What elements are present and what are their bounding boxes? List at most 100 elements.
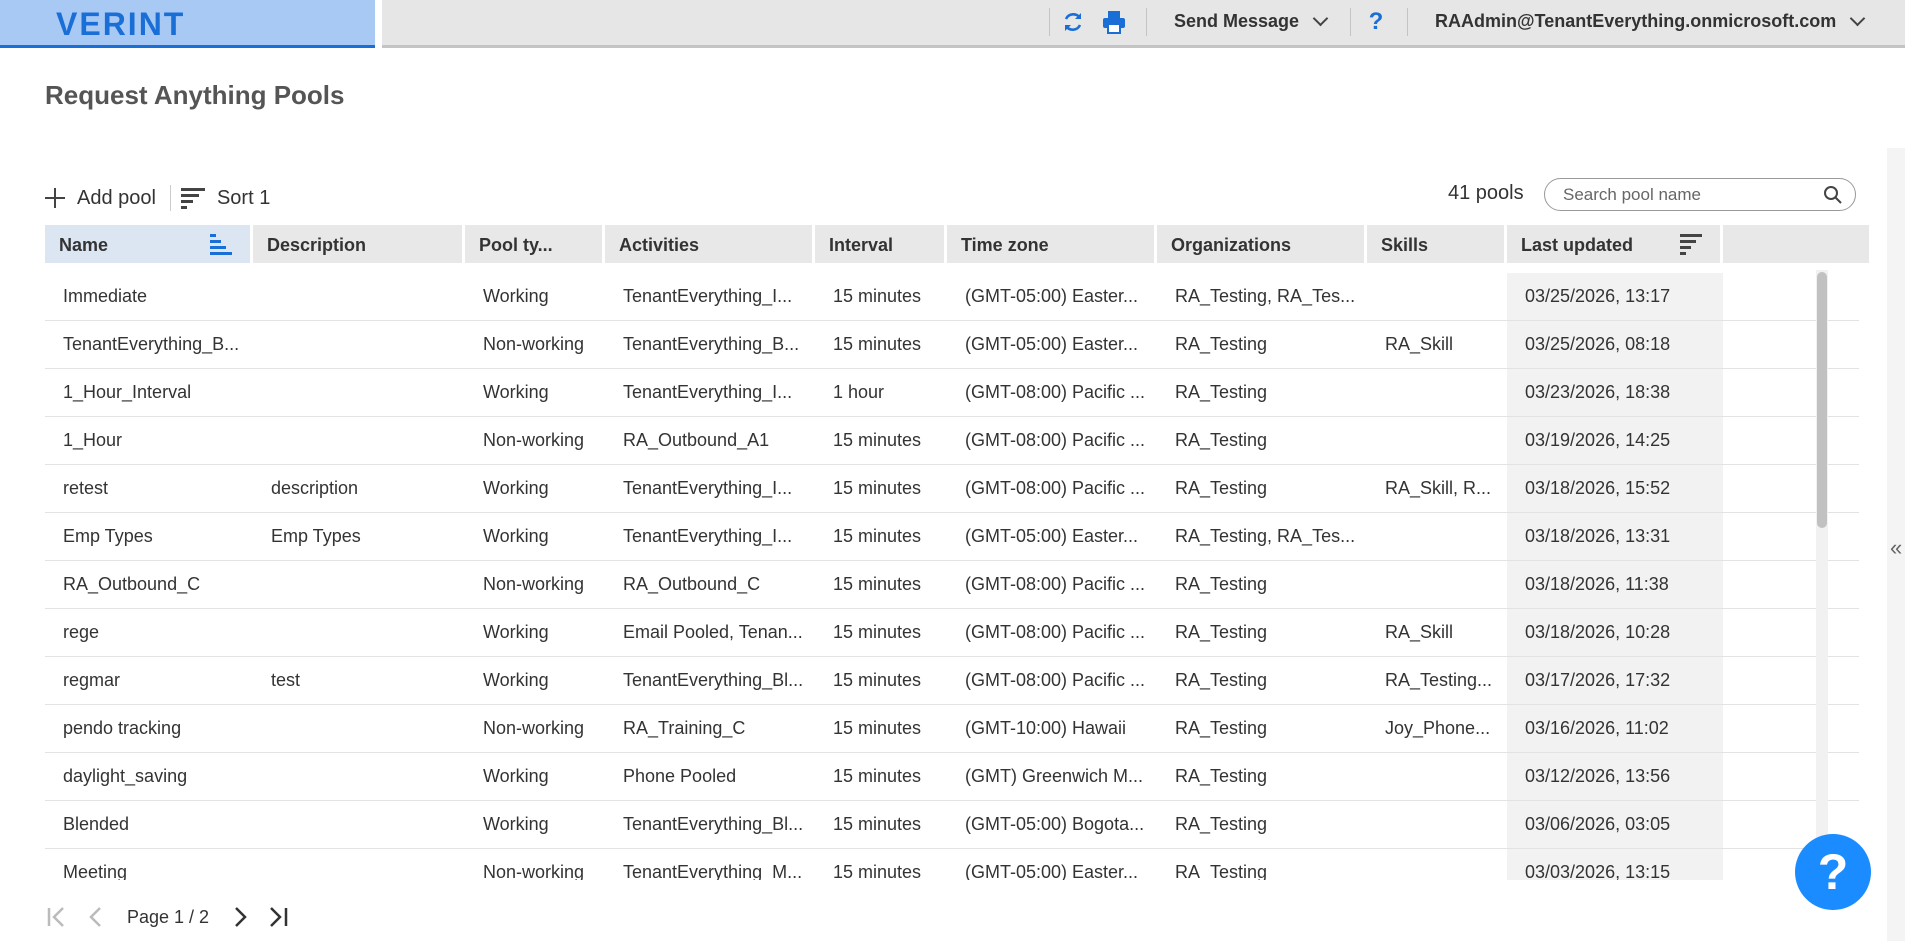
column-header-last-updated[interactable]: Last updated (1507, 225, 1723, 263)
divider (1049, 8, 1050, 36)
floating-help-button[interactable]: ? (1795, 834, 1871, 910)
cell-skills (1367, 561, 1507, 608)
cell-last-updated: 03/12/2026, 13:56 (1507, 753, 1723, 800)
cell-pool-type: Working (483, 670, 549, 690)
cell-skills (1367, 417, 1507, 464)
next-page-icon[interactable] (229, 905, 253, 929)
cell-skills (1367, 801, 1507, 848)
user-menu[interactable]: RAAdmin@TenantEverything.onmicrosoft.com (1435, 10, 1866, 32)
cell-name: Blended (63, 814, 130, 834)
cell-interval: 15 minutes (833, 670, 922, 690)
column-header-description[interactable]: Description (253, 225, 465, 263)
help-icon[interactable]: ? (1362, 8, 1390, 36)
pools-table: Name Description Pool ty... Activities I… (45, 225, 1872, 880)
cell-last-updated: 03/18/2026, 11:38 (1507, 561, 1723, 608)
print-icon[interactable] (1100, 8, 1128, 36)
add-pool-label: Add pool (77, 186, 156, 209)
search-icon[interactable] (1823, 185, 1843, 205)
table-row[interactable]: 1_Hour_Interval Working TenantEverything_I… (45, 369, 1859, 417)
table-row[interactable]: RA_Outbound_C Non-working RA_Outbound_C 15 … (45, 561, 1859, 609)
cell-description: test (271, 670, 301, 690)
cell-time-zone: (GMT-05:00) Easter... (965, 286, 1139, 306)
previous-page-icon[interactable] (83, 905, 107, 929)
cell-activities: RA_Outbound_A1 (623, 430, 770, 450)
send-message-menu[interactable]: Send Message (1174, 10, 1329, 32)
first-page-icon[interactable] (45, 905, 69, 929)
cell-time-zone: (GMT-10:00) Hawaii (965, 718, 1127, 738)
column-header-time-zone[interactable]: Time zone (947, 225, 1157, 263)
cell-pool-type: Working (483, 382, 549, 402)
cell-activities: TenantEverything_M... (623, 862, 803, 880)
pool-count: 41 pools (1448, 182, 1524, 204)
cell-interval: 15 minutes (833, 574, 922, 594)
cell-time-zone: (GMT) Greenwich M... (965, 766, 1144, 786)
cell-time-zone: (GMT-08:00) Pacific ... (965, 382, 1146, 402)
column-header-organizations[interactable]: Organizations (1157, 225, 1367, 263)
table-row[interactable]: regmar test Working TenantEverything_Bl... 1… (45, 657, 1859, 705)
cell-skills (1367, 273, 1507, 320)
table-row[interactable]: rege Working Email Pooled, Tenan... 15 minu… (45, 609, 1859, 657)
cell-name: retest (63, 478, 109, 498)
table-row[interactable]: 1_Hour Non-working RA_Outbound_A1 15 minute… (45, 417, 1859, 465)
sort-button[interactable]: Sort 1 (180, 186, 271, 210)
cell-activities: Email Pooled, Tenan... (623, 622, 803, 642)
cell-pool-type: Working (483, 286, 549, 306)
column-header-activities[interactable]: Activities (605, 225, 815, 263)
cell-description (253, 705, 465, 752)
add-pool-button[interactable]: Add pool (45, 187, 156, 210)
logo-area[interactable]: VERINT (0, 0, 375, 48)
cell-interval: 15 minutes (833, 718, 922, 738)
divider (169, 185, 171, 211)
column-header-name[interactable]: Name (45, 225, 253, 263)
table-row[interactable]: Blended Working TenantEverything_Bl... 15 m… (45, 801, 1859, 849)
plus-icon (45, 188, 65, 208)
help-label: ? (1368, 8, 1384, 35)
table-row[interactable]: Meeting Non-working TenantEverything_M... 1… (45, 849, 1859, 880)
sort-label: Sort 1 (216, 186, 271, 209)
cell-last-updated: 03/17/2026, 17:32 (1507, 657, 1723, 704)
cell-time-zone: (GMT-05:00) Easter... (965, 862, 1139, 880)
cell-time-zone: (GMT-08:00) Pacific ... (965, 670, 1146, 690)
table-row[interactable]: daylight_saving Working Phone Pooled 15 min… (45, 753, 1859, 801)
cell-activities: TenantEverything_I... (623, 526, 793, 546)
cell-pool-type: Non-working (483, 718, 585, 738)
page-indicator: Page 1 / 2 (127, 906, 210, 927)
cell-skills: Joy_Phone... (1385, 718, 1491, 738)
search-input[interactable] (1563, 184, 1823, 205)
cell-activities: Phone Pooled (623, 766, 737, 786)
refresh-icon[interactable] (1059, 8, 1087, 36)
cell-description (253, 609, 465, 656)
sort-descending-icon[interactable] (1680, 234, 1702, 256)
cell-name: RA_Outbound_C (63, 574, 201, 594)
cell-organizations: RA_Testing (1175, 814, 1268, 834)
cell-pool-type: Working (483, 814, 549, 834)
cell-interval: 15 minutes (833, 334, 922, 354)
cell-pool-type: Working (483, 622, 549, 642)
sort-ascending-icon[interactable] (210, 234, 232, 256)
cell-description (253, 273, 465, 320)
cell-interval: 15 minutes (833, 430, 922, 450)
cell-skills: RA_Skill (1385, 622, 1454, 642)
column-header-pool-type[interactable]: Pool ty... (465, 225, 605, 263)
column-header-skills[interactable]: Skills (1367, 225, 1507, 263)
cell-interval: 15 minutes (833, 526, 922, 546)
table-row[interactable]: Immediate Working TenantEverything_I... 15 … (45, 273, 1859, 321)
cell-description (253, 561, 465, 608)
cell-skills: RA_Testing... (1385, 670, 1493, 690)
column-header-interval[interactable]: Interval (815, 225, 947, 263)
top-bar-actions: Send Message ? RAAdmin@TenantEverything.… (382, 0, 1905, 48)
table-row[interactable]: retest description Working TenantEverything… (45, 465, 1859, 513)
cell-description (253, 753, 465, 800)
table-body: Immediate Working TenantEverything_I... 15 … (45, 273, 1859, 880)
search-box[interactable] (1544, 178, 1856, 211)
table-scrollbar-thumb[interactable] (1817, 272, 1827, 528)
table-row[interactable]: Emp Types Emp Types Working TenantEverythin… (45, 513, 1859, 561)
last-page-icon[interactable] (267, 905, 291, 929)
table-row[interactable]: TenantEverything_B... Non-working TenantEv… (45, 321, 1859, 369)
expand-panel-icon[interactable]: « (1890, 535, 1902, 561)
cell-last-updated: 03/03/2026, 13:15 (1507, 849, 1723, 880)
page-title: Request Anything Pools (45, 80, 345, 110)
cell-time-zone: (GMT-05:00) Bogota... (965, 814, 1145, 834)
table-row[interactable]: pendo tracking Non-working RA_Training_C 15… (45, 705, 1859, 753)
cell-description: Emp Types (271, 526, 361, 546)
